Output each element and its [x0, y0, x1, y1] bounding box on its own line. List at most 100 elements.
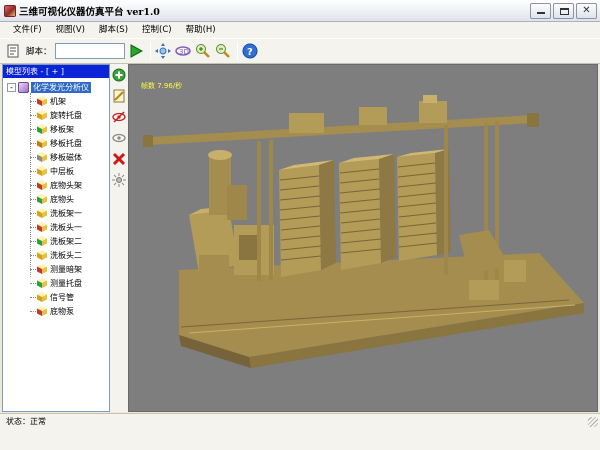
svg-text:?: ? [247, 47, 253, 58]
toolbar-separator [149, 42, 151, 60]
tree-item-label: 移板磁体 [50, 152, 82, 162]
tree-item[interactable]: 底物头架 [3, 178, 109, 192]
toolbar-separator [236, 42, 238, 60]
delete-icon[interactable] [111, 151, 127, 167]
tree-item[interactable]: 旋转托盘 [3, 108, 109, 122]
tree-item-label: 测量托盘 [50, 278, 82, 288]
close-icon: ✕ [582, 5, 591, 16]
cube-icon [37, 124, 47, 134]
tree-item[interactable]: 中层板 [3, 164, 109, 178]
tree-item-label: 底物泵 [50, 306, 74, 316]
tree-root-label: 化学发光分析仪 [31, 81, 91, 93]
menu-file[interactable]: 文件(F) [6, 22, 49, 38]
cube-icon [37, 264, 47, 274]
minimize-button[interactable] [530, 3, 551, 19]
show-icon[interactable] [111, 130, 127, 146]
tree-item[interactable]: 洗板架二 [3, 234, 109, 248]
maximize-button[interactable] [553, 3, 574, 19]
tree-item-label: 底物头架 [50, 180, 82, 190]
3d-viewport[interactable]: 帧数 7.96/秒 [128, 64, 598, 412]
cube-icon [37, 138, 47, 148]
status-bar: 状态：正常 [0, 413, 600, 429]
tree-item-label: 机架 [50, 96, 66, 106]
tree-item-label: 旋转托盘 [50, 110, 82, 120]
tree-item[interactable]: 测量暗架 [3, 262, 109, 276]
script-select[interactable] [54, 43, 125, 59]
window-bottom [0, 429, 600, 450]
model-list-panel: 模型列表 - [ + ] - 化学发光分析仪 机架旋转托盘移板架移板托盘移板磁体… [2, 64, 110, 412]
instrument-model[interactable] [129, 65, 598, 412]
help-icon[interactable]: ? [241, 42, 259, 60]
move-icon[interactable] [154, 42, 172, 60]
edit-icon[interactable] [111, 88, 127, 104]
fps-readout: 帧数 7.96/秒 [141, 82, 183, 90]
tree-item-label: 底物头 [50, 194, 74, 204]
menu-control[interactable]: 控制(C) [135, 22, 179, 38]
tree-item-label: 洗板架一 [50, 208, 82, 218]
app-icon [4, 4, 16, 17]
tree-item[interactable]: 洗板头一 [3, 220, 109, 234]
toolbar: 脚本： 3D ? [0, 38, 600, 64]
resize-grip[interactable] [588, 417, 598, 427]
model-list-header[interactable]: 模型列表 - [ + ] [3, 65, 109, 78]
cube-icon [37, 278, 47, 288]
tree-item[interactable]: 移板托盘 [3, 136, 109, 150]
tree-item[interactable]: 洗板头二 [3, 248, 109, 262]
side-toolbar [110, 64, 128, 412]
tree-item-label: 洗板头一 [50, 222, 82, 232]
window-controls: ✕ [530, 3, 597, 19]
tree-item-label: 移板托盘 [50, 138, 82, 148]
tree-item[interactable]: 底物泵 [3, 304, 109, 318]
cube-icon [37, 194, 47, 204]
tree-item[interactable]: 底物头 [3, 192, 109, 206]
tree-item[interactable]: 机架 [3, 94, 109, 108]
menu-help[interactable]: 帮助(H) [179, 22, 223, 38]
zoom-in-icon[interactable] [194, 42, 212, 60]
gantry-rail [149, 115, 534, 145]
tree-item-label: 测量暗架 [50, 264, 82, 274]
cube-icon [37, 152, 47, 162]
cube-icon [37, 306, 47, 316]
rotate-3d-icon[interactable]: 3D [174, 42, 192, 60]
cube-icon [37, 96, 47, 106]
tree-item[interactable]: 测量托盘 [3, 276, 109, 290]
script-label: 脚本： [26, 47, 52, 57]
svg-text:3D: 3D [179, 48, 189, 56]
tree-item-label: 中层板 [50, 166, 74, 176]
minimize-icon [537, 12, 545, 14]
script-icon[interactable] [4, 42, 22, 60]
tree-item-label: 移板架 [50, 124, 74, 134]
cube-icon [37, 292, 47, 302]
add-icon[interactable] [111, 67, 127, 83]
instrument-icon [18, 81, 29, 93]
tree-item-label: 洗板头二 [50, 250, 82, 260]
tree-item-label: 洗板架二 [50, 236, 82, 246]
tree-root[interactable]: - 化学发光分析仪 [3, 80, 109, 94]
play-icon[interactable] [127, 42, 145, 60]
collapse-icon[interactable]: - [7, 82, 16, 92]
hide-icon[interactable] [111, 109, 127, 125]
tree-item[interactable]: 移板架 [3, 122, 109, 136]
tree-item[interactable]: 移板磁体 [3, 150, 109, 164]
status-text: 状态：正常 [6, 417, 46, 426]
tree-item[interactable]: 信号管 [3, 290, 109, 304]
cube-icon [37, 222, 47, 232]
cube-icon [37, 166, 47, 176]
window-title: 三维可视化仪器仿真平台 ver1.0 [19, 6, 160, 18]
light-icon[interactable] [111, 172, 127, 188]
cube-icon [37, 208, 47, 218]
model-tree: - 化学发光分析仪 机架旋转托盘移板架移板托盘移板磁体中层板底物头架底物头洗板架… [3, 78, 109, 318]
maximize-icon [560, 8, 569, 15]
tree-item[interactable]: 洗板架一 [3, 206, 109, 220]
cube-icon [37, 180, 47, 190]
menu-script[interactable]: 脚本(S) [92, 22, 135, 38]
close-button[interactable]: ✕ [576, 3, 597, 19]
cube-icon [37, 236, 47, 246]
menu-bar: 文件(F) 视图(V) 脚本(S) 控制(C) 帮助(H) [0, 22, 600, 38]
cube-icon [37, 250, 47, 260]
menu-view[interactable]: 视图(V) [49, 22, 92, 38]
tree-item-label: 信号管 [50, 292, 74, 302]
title-bar: 三维可视化仪器仿真平台 ver1.0 ✕ [0, 0, 600, 22]
zoom-out-icon[interactable] [214, 42, 232, 60]
cube-icon [37, 110, 47, 120]
